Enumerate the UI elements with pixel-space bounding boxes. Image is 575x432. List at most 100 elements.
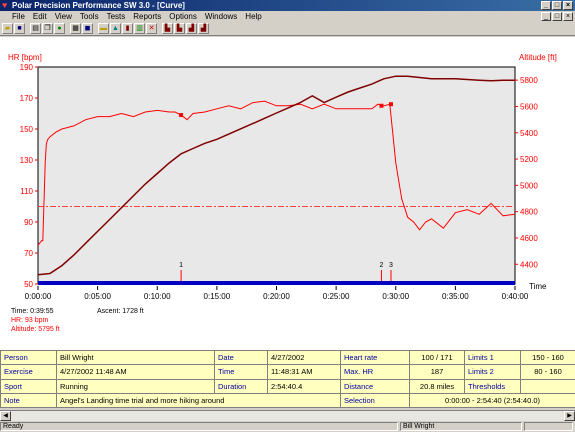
sport-value: Running (56, 378, 215, 394)
readout-time: Time: 0:39:55 (11, 308, 54, 315)
distance-label: Distance (340, 378, 410, 394)
limits2-value: 80 - 160 (520, 364, 575, 380)
time-tick-label: 0:40:00 (502, 292, 529, 301)
status-extra (524, 422, 573, 431)
calendar-icon[interactable]: ▦ (70, 23, 81, 34)
readout-hr: HR: 93 bpm (11, 317, 49, 324)
altitude-tick-label: 4600 (520, 234, 538, 243)
time-tick-label: 0:15:00 (204, 292, 231, 301)
menu-reports[interactable]: Reports (129, 11, 165, 22)
max-hr-value: 187 (409, 364, 465, 380)
person-value: Bill Wright (56, 349, 215, 366)
limits1-value: 150 - 160 (520, 349, 575, 366)
menu-help[interactable]: Help (241, 11, 265, 22)
time-tick-label: 0:25:00 (323, 292, 350, 301)
hr-tick-label: 130 (20, 156, 34, 165)
window-title: Polar Precision Performance SW 3.0 - [Cu… (12, 1, 185, 10)
menu-tools[interactable]: Tools (76, 11, 103, 22)
lap-point-marker (179, 113, 184, 118)
selection-label: Selection (340, 392, 410, 409)
hr-tick-label: 150 (20, 125, 34, 134)
menu-view[interactable]: View (51, 11, 76, 22)
lap-point-marker (379, 103, 384, 108)
close-button[interactable]: × (563, 1, 573, 10)
altitude-tick-label: 5000 (520, 181, 538, 190)
stop-icon[interactable]: ✕ (146, 23, 157, 34)
copy-icon[interactable]: ❐ (42, 23, 53, 34)
doc-restore-button[interactable]: □ (552, 12, 562, 21)
selection-value: 0:00:00 - 2:54:40 (2:54:40.0) (409, 392, 575, 409)
heart-rate-value: 100 / 171 (409, 349, 465, 366)
scroll-left-icon[interactable]: ◀ (0, 411, 11, 421)
time-label: Time (214, 364, 268, 380)
maximize-button[interactable]: □ (552, 1, 562, 10)
hr-tick-label: 170 (20, 94, 34, 103)
open-icon[interactable]: ▰ (2, 23, 13, 34)
note-label: Note (0, 392, 57, 409)
altitude-tick-label: 5200 (520, 155, 538, 164)
distance-value: 20.8 miles (409, 378, 465, 394)
chart-svg[interactable]: 190 170 150 130 110 90 70 50 5800 5600 5400 5200 500… (0, 37, 575, 350)
altitude-axis-label: Altitude [ft] (519, 53, 557, 62)
person-label: Person (0, 349, 57, 366)
plot-area (37, 66, 516, 285)
save-icon[interactable]: ■ (14, 23, 25, 34)
hr-tick-label: 90 (24, 218, 33, 227)
globe-icon[interactable]: ● (54, 23, 65, 34)
lap-marker-label: 1 (179, 262, 183, 269)
max-hr-label: Max. HR (340, 364, 410, 380)
thresholds-label: Thresholds (464, 378, 521, 394)
horizontal-scrollbar[interactable]: ◀ ▶ (0, 410, 575, 421)
bars-icon[interactable]: ▮ (122, 23, 133, 34)
status-bar: Ready Bill Wright (0, 421, 575, 432)
menu-edit[interactable]: Edit (29, 11, 51, 22)
time-tick-label: 0:00:00 (25, 292, 52, 301)
date-value: 4/27/2002 (267, 349, 341, 366)
doc-minimize-button[interactable]: _ (541, 12, 551, 21)
chart-icon[interactable]: ▲ (110, 23, 121, 34)
menu-bar: File Edit View Tools Tests Reports Optio… (0, 11, 575, 22)
readout-altitude: Altitude: 5795 ft (11, 326, 60, 333)
menu-windows[interactable]: Windows (201, 11, 241, 22)
limits1-label: Limits 1 (464, 349, 521, 366)
thresholds-value (520, 378, 575, 394)
report1-icon[interactable]: ▙ (162, 23, 173, 34)
report4-icon[interactable]: ▟ (198, 23, 209, 34)
report3-icon[interactable]: ▟ (186, 23, 197, 34)
hr-tick-label: 70 (24, 249, 33, 258)
lap-point-marker (388, 102, 393, 107)
app-window: ♥ Polar Precision Performance SW 3.0 - [… (0, 0, 575, 432)
altitude-tick-label: 5800 (520, 76, 538, 85)
exercise-info-table: Person Bill Wright Date 4/27/2002 Heart … (0, 349, 575, 409)
time-tick-label: 0:30:00 (382, 292, 409, 301)
title-bar[interactable]: ♥ Polar Precision Performance SW 3.0 - [… (0, 0, 575, 11)
duration-label: Duration (214, 378, 268, 394)
report2-icon[interactable]: ▙ (174, 23, 185, 34)
menu-tests[interactable]: Tests (103, 11, 130, 22)
curve-chart[interactable]: 190 170 150 130 110 90 70 50 5800 5600 5400 5200 500… (0, 37, 575, 350)
time-tick-label: 0:20:00 (263, 292, 290, 301)
doc-close-button[interactable]: × (563, 12, 573, 21)
altitude-tick-label: 4800 (520, 208, 538, 217)
menu-options[interactable]: Options (165, 11, 201, 22)
date-label: Date (214, 349, 268, 366)
readout-ascent: Ascent: 1728 ft (97, 308, 144, 315)
menu-file[interactable]: File (0, 11, 29, 22)
altitude-tick-label: 4400 (520, 260, 538, 269)
hr-tick-label: 190 (20, 63, 34, 72)
altitude-tick-label: 5600 (520, 102, 538, 111)
print-icon[interactable]: ▤ (30, 23, 41, 34)
note-value: Angel's Landing time trial and more hiki… (56, 392, 341, 409)
folder-icon[interactable]: ▬ (98, 23, 109, 34)
time-axis-label: Time (529, 282, 547, 291)
minimize-button[interactable]: _ (541, 1, 551, 10)
selection-bar (38, 281, 515, 285)
scroll-right-icon[interactable]: ▶ (564, 411, 575, 421)
lap-marker-label: 3 (389, 262, 393, 269)
sport-label: Sport (0, 378, 57, 394)
exercise-value: 4/27/2002 11:48 AM (56, 364, 215, 380)
book-icon[interactable]: ◼ (82, 23, 93, 34)
altitude-tick-label: 5400 (520, 129, 538, 138)
graph-icon[interactable]: ▥ (134, 23, 145, 34)
exercise-label: Exercise (0, 364, 57, 380)
